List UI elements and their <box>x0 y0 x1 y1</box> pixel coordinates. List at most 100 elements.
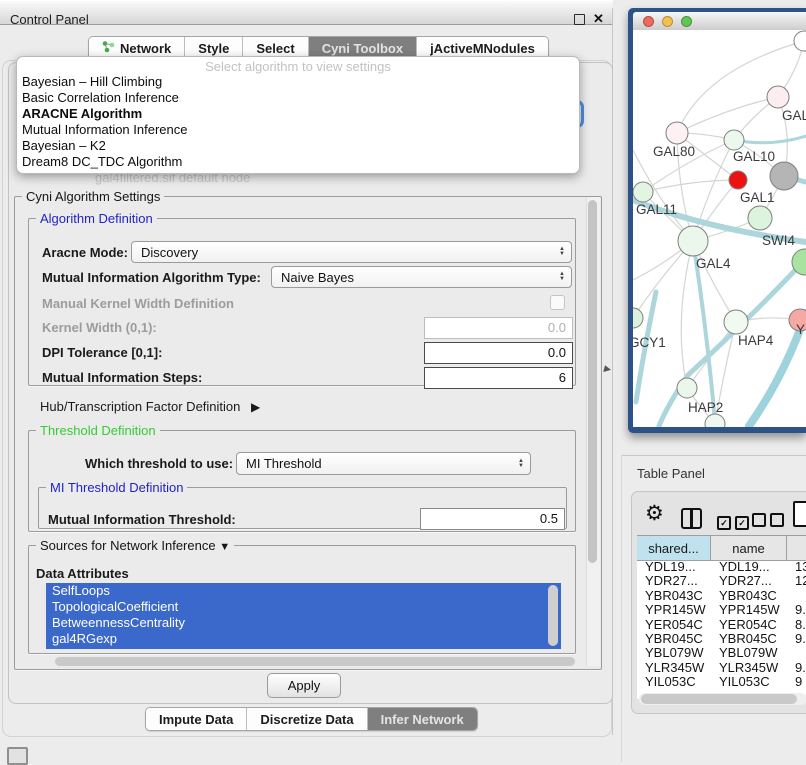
data-attributes-list[interactable]: SelfLoopsTopologicalCoefficientBetweenne… <box>46 583 561 649</box>
column-header-shared[interactable]: shared... <box>637 536 711 560</box>
collapsed-panel-icon[interactable] <box>7 747 28 765</box>
algorithm-option-bayesian-hill-climbing[interactable]: Bayesian – Hill Climbing <box>17 74 579 90</box>
table-row[interactable]: YLR345WYLR345W9. <box>637 661 806 675</box>
mi-type-combo[interactable]: Naive Bayes ▲▼ <box>271 266 572 288</box>
network-node[interactable] <box>729 171 747 189</box>
tab-label: Select <box>256 41 294 56</box>
table-cell: 13 <box>787 560 806 574</box>
network-canvas[interactable]: GALGAL80GAL10GAL11GAL1GAL4SWI4HAP4YGCY1H… <box>633 30 806 427</box>
stepper-arrows-icon: ▲▼ <box>559 247 565 257</box>
table-cell <box>787 646 806 660</box>
table-cell: YBR045C <box>711 632 787 646</box>
table-row[interactable]: YBL079WYBL079W <box>637 646 806 660</box>
close-traffic-light[interactable] <box>643 16 654 27</box>
kernel-width-field[interactable]: 0.0 <box>424 317 573 339</box>
tab-discretize-data[interactable]: Discretize Data <box>247 708 367 730</box>
new-table-icon[interactable] <box>793 501 806 527</box>
network-node[interactable] <box>770 162 798 190</box>
settings-scrollbar-thumb[interactable] <box>588 200 597 563</box>
network-window-titlebar[interactable] <box>633 12 806 30</box>
tab-infer-network[interactable]: Infer Network <box>368 708 477 730</box>
expand-arrow-icon[interactable]: ▶ <box>251 400 260 414</box>
tab-label: Style <box>198 41 229 56</box>
mi-threshold-field[interactable]: 0.5 <box>420 508 565 530</box>
network-edge-highlighted[interactable] <box>734 136 806 143</box>
tab-label: Impute Data <box>159 712 233 727</box>
minimize-traffic-light[interactable] <box>662 16 673 27</box>
which-threshold-value: MI Threshold <box>246 456 322 471</box>
table-cell: YBL079W <box>637 646 711 660</box>
table-row[interactable]: YDR27...YDR27...12 <box>637 574 806 588</box>
node-label-gcy1: GCY1 <box>633 335 666 350</box>
dpi-tolerance-label: DPI Tolerance [0,1]: <box>42 345 162 360</box>
table-cell: 9. <box>787 632 806 646</box>
deselect-all-icon[interactable] <box>752 513 788 532</box>
which-threshold-combo[interactable]: MI Threshold ▲▼ <box>236 452 531 475</box>
network-node-gal10[interactable] <box>724 130 744 150</box>
attributes-scrollbar-thumb[interactable] <box>548 585 558 646</box>
algorithm-option-aracne-algorithm[interactable]: ARACNE Algorithm <box>17 106 579 122</box>
gear-icon[interactable]: ⚙ <box>645 503 664 524</box>
network-node-gal80[interactable] <box>666 122 688 144</box>
network-node-gal1[interactable] <box>748 206 772 230</box>
attribute-item-topologicalcoefficient[interactable]: TopologicalCoefficient <box>46 599 561 615</box>
algorithm-option-bayesian-k2[interactable]: Bayesian – K2 <box>17 138 579 154</box>
manual-kernel-checkbox[interactable] <box>550 295 565 310</box>
mi-type-value: Naive Bayes <box>281 270 354 285</box>
table-cell: YPR145W <box>637 603 711 617</box>
network-node-gal11[interactable] <box>633 182 653 202</box>
aracne-mode-combo[interactable]: Discovery ▲▼ <box>131 241 572 263</box>
algorithm-dropdown-placeholder: Select algorithm to view settings <box>17 57 579 74</box>
table-cell: YIL053C <box>637 675 711 689</box>
close-panel-icon[interactable]: ✕ <box>593 11 604 27</box>
network-edge[interactable] <box>677 97 778 133</box>
mi-threshold-label: Mutual Information Threshold: <box>48 512 236 527</box>
apply-button[interactable]: Apply <box>267 673 341 698</box>
settings-group-title: Cyni Algorithm Settings <box>22 189 164 204</box>
zoom-traffic-light[interactable] <box>681 16 692 27</box>
network-edge[interactable] <box>681 241 693 388</box>
table-cell: YPR145W <box>711 603 787 617</box>
network-node-gcy1[interactable] <box>633 308 643 328</box>
hub-definition-toggle[interactable]: Hub/Transcription Factor Definition ▶ <box>40 399 260 414</box>
attribute-item-betweennesscentrality[interactable]: BetweennessCentrality <box>46 615 561 631</box>
table-cell: YLR345W <box>711 661 787 675</box>
collapse-arrow-icon[interactable]: ▼ <box>219 541 230 553</box>
algorithm-option-mutual-information-inference[interactable]: Mutual Information Inference <box>17 122 579 138</box>
node-label-gal4: GAL4 <box>696 256 731 271</box>
table-row[interactable]: YER054CYER054C8. <box>637 618 806 632</box>
dpi-tolerance-field[interactable]: 0.0 <box>424 342 573 364</box>
tab-impute-data[interactable]: Impute Data <box>146 708 247 730</box>
column-header-partial[interactable] <box>787 536 806 560</box>
column-header-name[interactable]: name <box>711 536 787 560</box>
algorithm-option-dream8-dc-tdc-algorithm[interactable]: Dream8 DC_TDC Algorithm <box>17 154 579 170</box>
threshold-definition-title: Threshold Definition <box>36 423 160 438</box>
network-node-gal4[interactable] <box>678 226 708 256</box>
table-panel-divider <box>621 455 806 456</box>
algorithm-option-basic-correlation-inference[interactable]: Basic Correlation Inference <box>17 90 579 106</box>
network-node[interactable] <box>794 31 806 51</box>
select-all-icon[interactable]: ✓✓ <box>717 513 753 531</box>
node-label-gal11: GAL11 <box>636 202 677 217</box>
table-row[interactable]: YPR145WYPR145W9. <box>637 603 806 617</box>
table-row[interactable]: YDL19...YDL19...13 <box>637 560 806 574</box>
mi-steps-field[interactable]: 6 <box>424 367 573 389</box>
node-label-gal10: GAL10 <box>733 149 775 164</box>
algorithm-dropdown-popup: Select algorithm to view settings Bayesi… <box>16 56 580 174</box>
control-panel-titlebar[interactable] <box>0 0 613 25</box>
data-attributes-label: Data Attributes <box>36 566 129 581</box>
split-column-icon[interactable] <box>681 508 702 529</box>
network-edge-highlighted[interactable] <box>659 260 805 426</box>
network-node-hap2[interactable] <box>677 378 697 398</box>
attribute-item-gal4rgexp[interactable]: gal4RGexp <box>46 631 561 647</box>
network-node-hap4[interactable] <box>724 310 748 334</box>
settings-horizontal-scrollbar[interactable] <box>55 657 575 666</box>
network-node-gal[interactable] <box>767 86 789 108</box>
table-row[interactable]: YIL053CYIL053C9 <box>637 675 806 689</box>
table-row[interactable]: YBR043CYBR043C <box>637 589 806 603</box>
float-panel-icon[interactable] <box>574 14 585 25</box>
table-hscroll-thumb[interactable] <box>641 694 797 704</box>
attribute-item-selfloops[interactable]: SelfLoops <box>46 583 561 599</box>
table-cell: YBR043C <box>711 589 787 603</box>
table-row[interactable]: YBR045CYBR045C9. <box>637 632 806 646</box>
